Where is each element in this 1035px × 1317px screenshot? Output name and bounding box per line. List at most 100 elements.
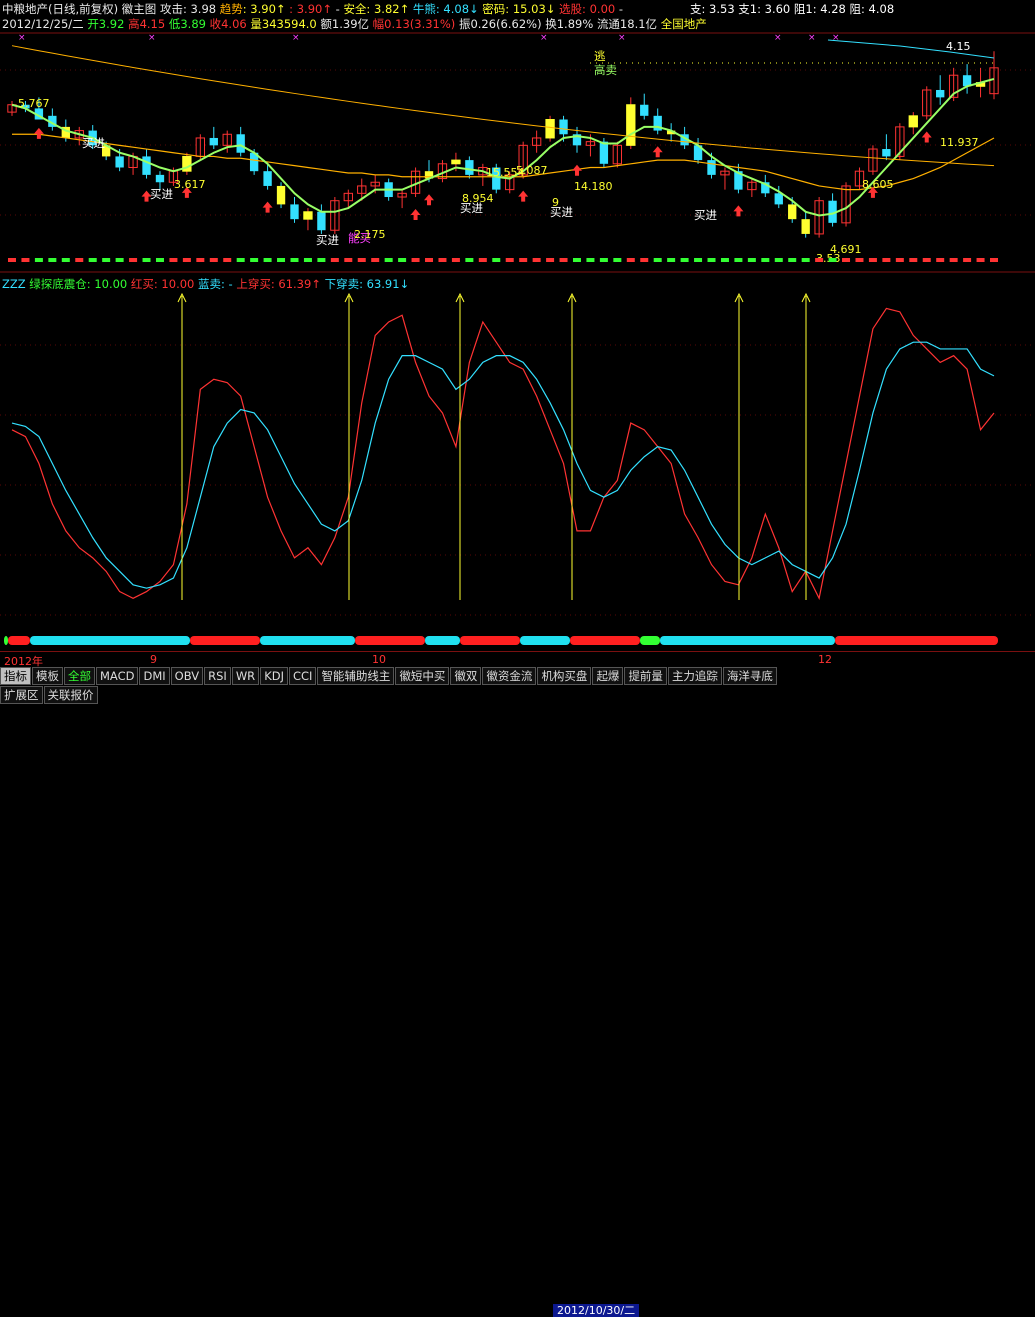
trend-dot-64 xyxy=(868,258,877,262)
buy-arrow-icon-3 xyxy=(262,201,273,213)
tab-2[interactable]: 全部 xyxy=(64,667,95,685)
tab-4[interactable]: DMI xyxy=(139,667,170,685)
tab-11[interactable]: 徽短中买 xyxy=(395,667,450,685)
tab-6[interactable]: RSI xyxy=(204,667,231,685)
trend-dot-20 xyxy=(277,258,286,262)
buy-arrow-icon-8 xyxy=(652,146,663,158)
trend-dot-11 xyxy=(155,258,164,262)
state-bar-seg-5 xyxy=(355,636,425,645)
trend-dot-52 xyxy=(707,258,716,262)
trend-dot-23 xyxy=(317,258,326,262)
top-marker-0: × xyxy=(18,33,26,43)
trend-dot-46 xyxy=(626,258,635,262)
tab-15[interactable]: 起爆 xyxy=(592,667,624,685)
trend-dot-42 xyxy=(572,258,581,262)
trend-dot-67 xyxy=(909,258,918,262)
trend-dot-45 xyxy=(613,258,622,262)
candle-body-69 xyxy=(936,89,945,98)
ind-seg-2: 红买: 10.00 xyxy=(130,277,199,291)
trend-dot-65 xyxy=(882,258,891,262)
trend-dot-34 xyxy=(465,258,474,262)
indicator-tab-bar: 指标 模板 全部 MACD DMI OBV RSI WR KDJ CCI 智能辅助线主 徽短中买 徽双徽… xyxy=(0,667,1035,685)
candle-body-34 xyxy=(465,160,474,175)
candle-body-8 xyxy=(115,156,124,168)
buy-label-0: 买进 xyxy=(82,136,105,150)
tab-10[interactable]: 智能辅助线主 xyxy=(317,667,395,685)
trend-dot-14 xyxy=(196,258,205,262)
ind-seg-0: ZZZ xyxy=(2,277,30,291)
trend-dot-35 xyxy=(478,258,487,262)
trend-dot-22 xyxy=(303,258,312,262)
candle-body-47 xyxy=(640,104,649,116)
candle-body-41 xyxy=(559,119,568,135)
trend-dot-49 xyxy=(667,258,676,262)
state-bar-seg-0 xyxy=(4,636,8,645)
trend-dot-50 xyxy=(680,258,689,262)
trend-dot-18 xyxy=(250,258,259,262)
trend-dot-43 xyxy=(586,258,595,262)
candle-body-65 xyxy=(882,149,891,157)
date-label-oct: 10 xyxy=(372,653,386,666)
buy-arrow-icon-9 xyxy=(733,205,744,217)
trend-dot-6 xyxy=(88,258,97,262)
buy-arrow-icon-0 xyxy=(33,127,44,139)
tab-18[interactable]: 海洋寻底 xyxy=(722,667,777,685)
trend-dot-63 xyxy=(855,258,864,262)
state-bar-seg-6 xyxy=(425,636,460,645)
candle-body-40 xyxy=(545,119,555,139)
state-bar-seg-7 xyxy=(460,636,520,645)
tab2-1[interactable]: 关联报价 xyxy=(43,686,98,704)
candle-body-10 xyxy=(142,156,151,175)
tab2-0[interactable]: 扩展区 xyxy=(0,686,43,704)
tab-16[interactable]: 提前量 xyxy=(624,667,667,685)
trend-dot-54 xyxy=(734,258,743,262)
trend-dot-70 xyxy=(949,258,958,262)
indicator-panel-header: ZZZ 绿探底震仓: 10.00 红买: 10.00 蓝卖: - 上穿买: 61… xyxy=(2,277,409,291)
price-label-11: 11.937 xyxy=(940,136,979,149)
trend-dot-32 xyxy=(438,258,447,262)
candle-body-52 xyxy=(707,160,716,175)
buy-arrow-icon-11 xyxy=(921,131,932,143)
trend-dot-71 xyxy=(963,258,972,262)
trend-dot-41 xyxy=(559,258,568,262)
candle-body-20 xyxy=(276,185,286,205)
ind-seg-1: 绿探底震仓: 10.00 xyxy=(29,277,131,291)
tab-14[interactable]: 机构买盘 xyxy=(537,667,592,685)
tab-0[interactable]: 指标 xyxy=(0,667,31,685)
trend-dot-56 xyxy=(761,258,770,262)
tab-13[interactable]: 徽资金流 xyxy=(482,667,537,685)
tab-1[interactable]: 模板 xyxy=(32,667,63,685)
trend-dot-33 xyxy=(451,258,460,262)
chart-area[interactable]: 买进买进买进买进 买进 买进逃高卖能买5.7673.6172.1758.95415.… xyxy=(0,0,1035,651)
tab-12[interactable]: 徽双 xyxy=(450,667,482,685)
tab-9[interactable]: CCI xyxy=(288,667,317,685)
candle-body-19 xyxy=(263,171,272,186)
trend-dot-0 xyxy=(8,258,16,262)
trend-dot-48 xyxy=(653,258,662,262)
top-marker-1: × xyxy=(148,33,156,43)
trend-dot-2 xyxy=(34,258,43,262)
price-label-0: 5.767 xyxy=(18,97,50,110)
price-label-12: 4.15 xyxy=(946,40,971,53)
top-marker-5: × xyxy=(774,33,782,43)
date-label-sep: 9 xyxy=(150,653,157,666)
candle-body-57 xyxy=(774,193,783,205)
state-bar-seg-4 xyxy=(260,636,355,645)
buy-arrow-icon-6 xyxy=(518,190,529,202)
trend-dot-16 xyxy=(223,258,232,262)
candle-body-22 xyxy=(303,211,313,220)
tab-7[interactable]: WR xyxy=(231,667,260,685)
state-bar-seg-3 xyxy=(190,636,260,645)
trend-dot-60 xyxy=(815,258,824,262)
trend-dot-12 xyxy=(169,258,178,262)
trend-dot-39 xyxy=(532,258,541,262)
trend-dot-7 xyxy=(102,258,111,262)
candle-body-15 xyxy=(209,137,218,146)
candle-body-11 xyxy=(155,174,165,183)
price-label-3: 8.954 xyxy=(462,192,494,205)
tab-17[interactable]: 主力追踪 xyxy=(667,667,722,685)
tab-8[interactable]: KDJ xyxy=(260,667,288,685)
tab-3[interactable]: MACD xyxy=(96,667,139,685)
tab-5[interactable]: OBV xyxy=(170,667,204,685)
price-label-1: 3.617 xyxy=(174,178,206,191)
